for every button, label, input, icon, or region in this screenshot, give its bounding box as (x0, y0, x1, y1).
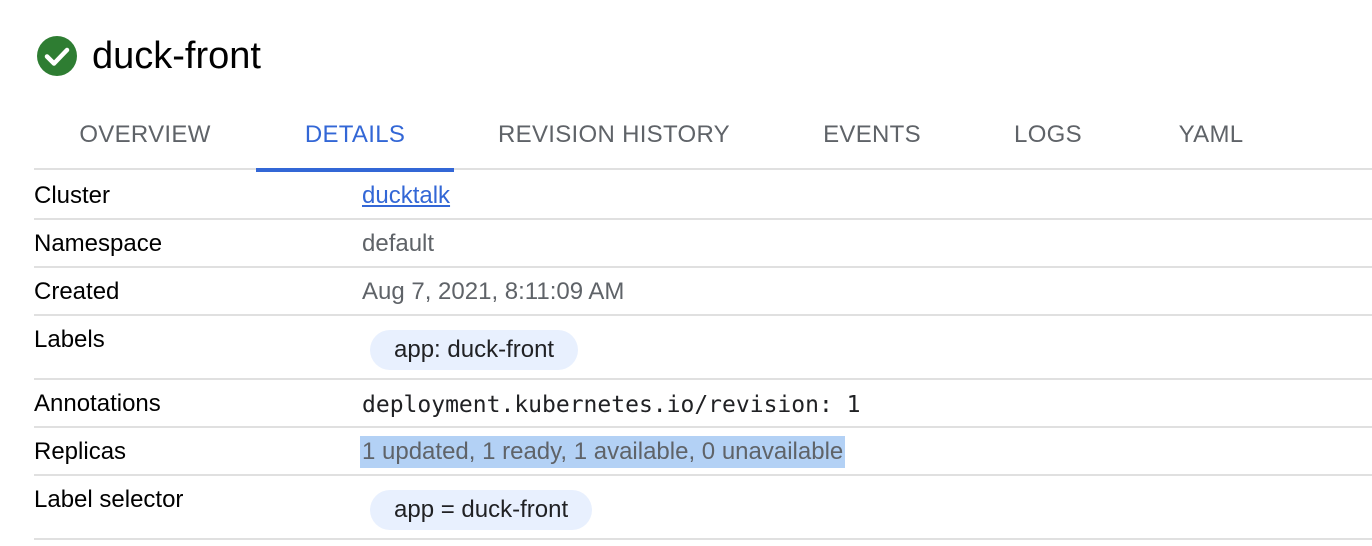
page-header: duck-front (36, 32, 261, 80)
tab-events[interactable]: EVENTS (774, 100, 970, 170)
row-labels: Labels app: duck-front (34, 316, 1372, 380)
label-selector-chip: app = duck-front (370, 490, 593, 530)
tab-overview[interactable]: OVERVIEW (34, 100, 256, 170)
row-created: Created Aug 7, 2021, 8:11:09 AM (34, 268, 1372, 316)
row-cluster: Cluster ducktalk (34, 172, 1372, 220)
row-replicas: Replicas 1 updated, 1 ready, 1 available… (34, 428, 1372, 476)
replicas-key: Replicas (34, 438, 127, 465)
check-circle-icon (36, 35, 78, 77)
annotations-value: deployment.kubernetes.io/revision: 1 (362, 392, 861, 418)
row-namespace: Namespace default (34, 220, 1372, 268)
details-table: Cluster ducktalk Namespace default Creat… (34, 172, 1372, 540)
tab-bar: OVERVIEW DETAILS REVISION HISTORY EVENTS… (34, 100, 1372, 172)
created-value: Aug 7, 2021, 8:11:09 AM (362, 278, 625, 305)
created-key: Created (34, 278, 120, 305)
label-chip: app: duck-front (370, 330, 579, 370)
annotations-key: Annotations (34, 390, 161, 417)
cluster-link[interactable]: ducktalk (362, 182, 450, 210)
labels-key: Labels (34, 326, 105, 353)
replicas-value: 1 updated, 1 ready, 1 available, 0 unava… (360, 436, 846, 468)
tab-details[interactable]: DETAILS (256, 100, 454, 172)
label-selector-key: Label selector (34, 486, 184, 513)
namespace-key: Namespace (34, 230, 163, 257)
tab-revision-history[interactable]: REVISION HISTORY (454, 100, 774, 170)
cluster-key: Cluster (34, 182, 111, 209)
tab-logs[interactable]: LOGS (970, 100, 1126, 170)
row-annotations: Annotations deployment.kubernetes.io/rev… (34, 380, 1372, 428)
row-label-selector: Label selector app = duck-front (34, 476, 1372, 540)
tab-yaml[interactable]: YAML (1126, 100, 1296, 170)
namespace-value: default (362, 230, 435, 257)
deployment-details-page: duck-front OVERVIEW DETAILS REVISION HIS… (0, 0, 1372, 546)
page-title: duck-front (92, 34, 261, 77)
